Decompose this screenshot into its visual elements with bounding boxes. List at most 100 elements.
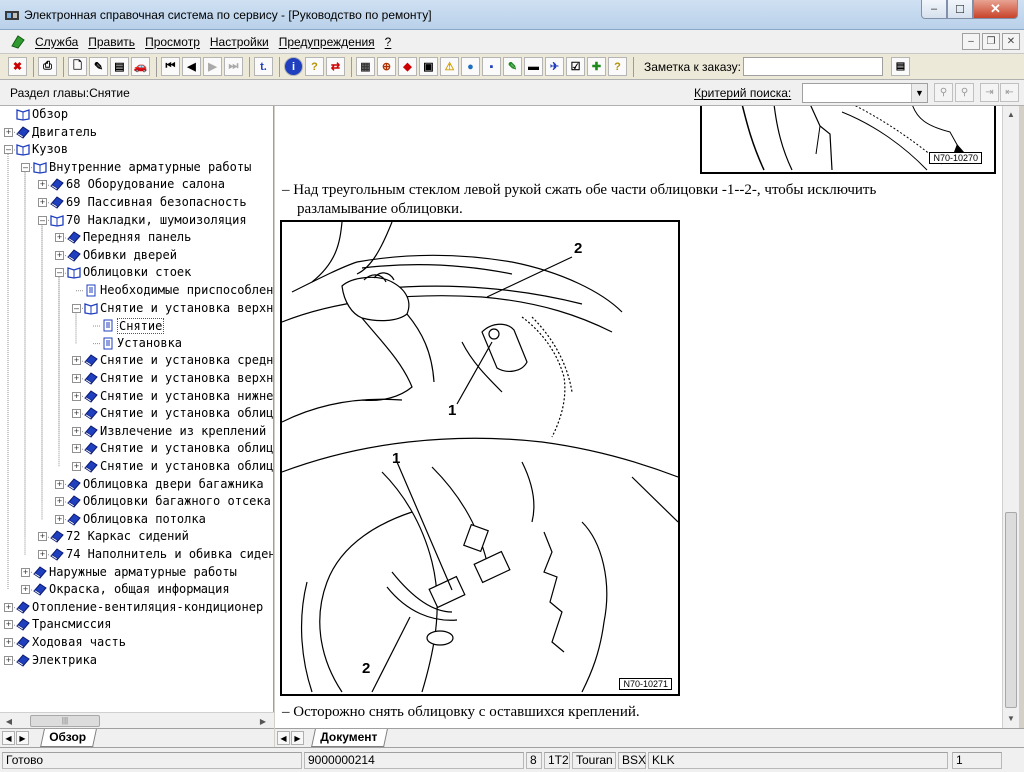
expand-icon[interactable]: +: [72, 374, 81, 383]
warning-icon[interactable]: ⚠: [440, 57, 459, 76]
tab-scroll-left-icon[interactable]: ◀: [277, 731, 290, 745]
tree-item-label: Кузов: [32, 142, 69, 157]
status-cell-3: Touran: [572, 752, 616, 769]
expand-right-icon[interactable]: ⇥: [980, 83, 999, 102]
switch-icon[interactable]: ⇄: [326, 57, 345, 76]
expand-icon[interactable]: +: [72, 356, 81, 366]
last-page-icon[interactable]: ⏭: [224, 57, 243, 76]
order-note-icon[interactable]: ▤: [890, 57, 910, 76]
minimize-button[interactable]: –: [921, 0, 947, 19]
diamond-icon[interactable]: ◆: [398, 57, 417, 76]
search-criteria-select[interactable]: ▼: [802, 83, 928, 103]
vehicle-icon[interactable]: 🚗: [131, 57, 150, 76]
expand-icon[interactable]: +: [72, 409, 81, 419]
expand-icon[interactable]: +: [38, 550, 47, 559]
scroll-right-icon[interactable]: ▶: [256, 714, 270, 728]
plane-icon[interactable]: ✈: [545, 57, 564, 76]
tree-horizontal-scrollbar[interactable]: ◀ ||| ▶: [0, 712, 274, 728]
checklist-icon[interactable]: ☑: [566, 57, 585, 76]
notes-icon[interactable]: ▤: [110, 57, 129, 76]
expand-icon[interactable]: +: [72, 391, 81, 401]
save-icon[interactable]: ▪: [482, 57, 501, 76]
expand-icon[interactable]: +: [21, 567, 30, 577]
expand-icon[interactable]: +: [55, 479, 64, 489]
tab-scroll-left-icon[interactable]: ◀: [2, 731, 15, 745]
instruction-step-1-cont: разламывание облицовки.: [297, 201, 463, 217]
zoom-icon[interactable]: ⊕: [377, 57, 396, 76]
collapse-left-icon[interactable]: ⇤: [1000, 83, 1019, 102]
close-button[interactable]: ✕: [973, 0, 1018, 19]
next-page-icon[interactable]: ▶: [203, 57, 222, 76]
document-vertical-scrollbar[interactable]: ▲ ▼: [1002, 106, 1019, 728]
tools-icon[interactable]: ✚: [587, 57, 606, 76]
mdi-close-button[interactable]: ✕: [1002, 33, 1020, 50]
grid-icon[interactable]: ▣: [419, 57, 438, 76]
new-document-icon[interactable]: 🗋: [68, 57, 87, 76]
tab-overview[interactable]: Обзор: [40, 729, 97, 747]
expand-icon[interactable]: +: [38, 532, 47, 542]
menu-edit[interactable]: Править: [83, 35, 140, 49]
car-icon[interactable]: ▬: [524, 57, 543, 76]
collapse-icon[interactable]: –: [4, 145, 13, 155]
menu-service[interactable]: Служба: [30, 35, 83, 49]
pen-icon[interactable]: ✎: [503, 57, 522, 76]
scroll-thumb[interactable]: [1005, 512, 1017, 708]
expand-icon[interactable]: +: [4, 655, 13, 665]
app-menu-icon[interactable]: [10, 34, 26, 50]
book-open-icon: [33, 161, 47, 174]
expand-icon[interactable]: +: [55, 250, 64, 260]
expand-icon[interactable]: +: [72, 426, 81, 436]
tree-item-label: Ходовая часть: [32, 635, 126, 649]
order-note-input[interactable]: [742, 57, 883, 76]
collapse-icon[interactable]: –: [55, 268, 64, 278]
first-page-icon[interactable]: ⏮: [161, 57, 180, 76]
search-prev-icon[interactable]: ⚲: [934, 83, 953, 102]
expand-icon[interactable]: +: [55, 233, 64, 243]
expand-icon[interactable]: +: [4, 620, 13, 630]
collapse-icon[interactable]: –: [21, 162, 30, 172]
chevron-down-icon[interactable]: ▼: [911, 84, 927, 102]
scroll-down-icon[interactable]: ▼: [1005, 712, 1017, 724]
expand-icon[interactable]: +: [21, 585, 30, 595]
scroll-left-icon[interactable]: ◀: [2, 714, 16, 728]
scroll-up-icon[interactable]: ▲: [1005, 108, 1017, 120]
menu-settings[interactable]: Настройки: [205, 35, 274, 49]
expand-icon[interactable]: +: [55, 514, 64, 524]
menu-help[interactable]: ?: [380, 35, 397, 49]
expand-icon[interactable]: +: [4, 602, 13, 612]
expand-icon[interactable]: +: [4, 127, 13, 137]
maximize-button[interactable]: ☐: [947, 0, 973, 19]
question-icon[interactable]: ?: [608, 57, 627, 76]
search-next-icon[interactable]: ⚲: [955, 83, 974, 102]
book-closed-icon: [16, 653, 30, 667]
exit-icon[interactable]: ✖: [8, 57, 27, 76]
edit-document-icon[interactable]: ✎: [89, 57, 108, 76]
document-list-icon[interactable]: ▦: [356, 57, 375, 76]
help-icon[interactable]: ?: [305, 57, 324, 76]
expand-icon[interactable]: +: [72, 462, 81, 471]
menu-view[interactable]: Просмотр: [140, 35, 205, 49]
expand-icon[interactable]: +: [55, 497, 64, 507]
menu-warnings[interactable]: Предупреждения: [274, 35, 380, 49]
toolbar-separator: [156, 56, 157, 77]
expand-icon[interactable]: +: [4, 638, 13, 647]
collapse-icon[interactable]: –: [72, 303, 81, 313]
expand-icon[interactable]: +: [38, 198, 47, 207]
text-search-icon[interactable]: t.: [254, 57, 273, 76]
print-icon[interactable]: ⎙: [38, 57, 57, 76]
mdi-minimize-button[interactable]: –: [962, 33, 980, 50]
book-closed-icon: [67, 513, 81, 526]
scroll-thumb[interactable]: |||: [30, 715, 100, 727]
expand-icon[interactable]: +: [72, 444, 81, 454]
tab-document[interactable]: Документ: [311, 729, 389, 747]
info-icon[interactable]: i: [284, 57, 303, 76]
tab-scroll-right-icon[interactable]: ▶: [16, 731, 29, 745]
collapse-icon[interactable]: –: [38, 215, 47, 225]
tree-item-label: Снятие: [117, 318, 165, 335]
mdi-restore-button[interactable]: ❐: [982, 33, 1000, 50]
expand-icon[interactable]: +: [38, 180, 47, 190]
tab-scroll-right-icon[interactable]: ▶: [291, 731, 304, 745]
globe-icon[interactable]: ●: [461, 57, 480, 76]
book-closed-icon: [16, 601, 30, 614]
previous-page-icon[interactable]: ◀: [182, 57, 201, 76]
